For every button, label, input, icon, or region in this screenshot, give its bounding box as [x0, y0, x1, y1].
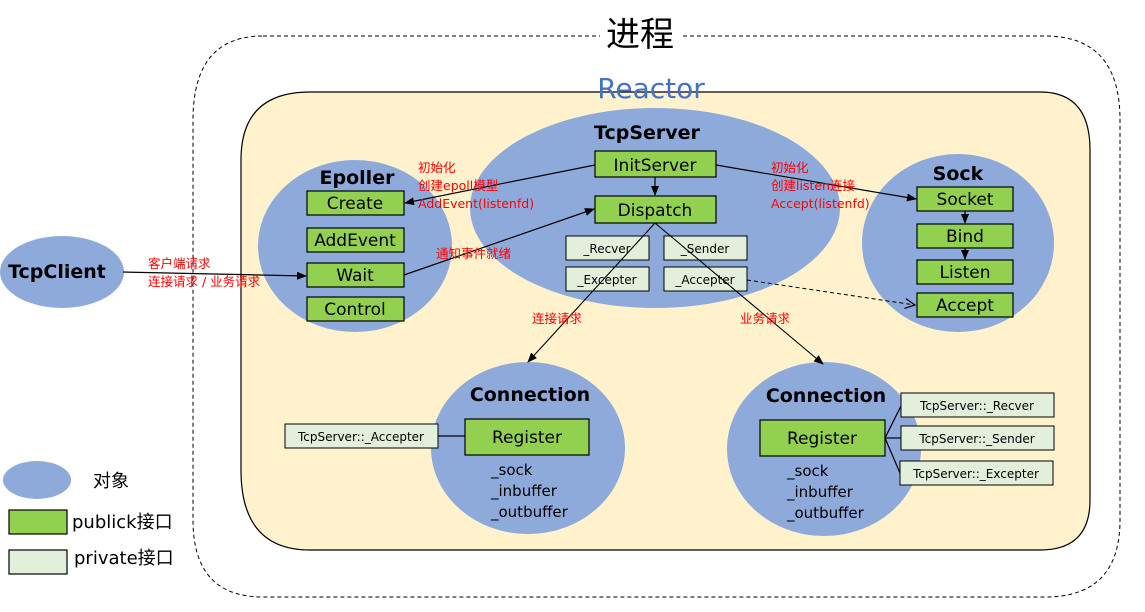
method-label: Register: [492, 428, 562, 448]
epoller-method-wait[interactable]: Wait: [306, 262, 405, 288]
tcpserver-private-sender[interactable]: _Sender: [663, 235, 748, 261]
business-annotation: 业务请求: [740, 311, 791, 326]
method-label: Wait: [336, 266, 374, 286]
method-label: AddEvent: [314, 231, 396, 251]
annotation-line: 创建listen连接: [771, 178, 855, 193]
member-sock: _sock: [786, 462, 829, 481]
tcpserver-method-dispatch[interactable]: Dispatch: [594, 195, 717, 224]
legend-public-swatch: [8, 509, 68, 535]
method-label: _Recver: [582, 242, 630, 256]
sock-method-bind[interactable]: Bind: [916, 223, 1014, 249]
annotation-line: 连接请求 / 业务请求: [148, 274, 261, 289]
method-label: TcpServer::_Accepter: [297, 430, 424, 444]
method-label: _Sender: [680, 242, 730, 256]
reactor-title: Reactor: [597, 72, 705, 105]
method-label: TcpServer::_Recver: [919, 399, 1034, 413]
sock-method-listen[interactable]: Listen: [916, 259, 1014, 285]
annotation-line: 初始化: [771, 160, 809, 175]
annotation-line: 创建epoll模型: [418, 178, 498, 193]
epoller-method-addevent[interactable]: AddEvent: [306, 227, 405, 253]
method-label: Control: [324, 300, 385, 320]
epoller-title: Epoller: [320, 167, 396, 189]
method-label: Bind: [946, 227, 984, 247]
method-label: Socket: [937, 190, 994, 210]
tcpserver-private-accepter[interactable]: _Accepter: [663, 266, 748, 292]
member-outbuffer: _outbuffer: [490, 503, 569, 522]
legend-private-label: private接口: [74, 548, 174, 569]
reactor-diagram: 进程 Reactor TcpClient Epoller TcpServer S…: [0, 15, 1121, 598]
sock-title: Sock: [933, 163, 984, 185]
connection-right-register[interactable]: Register: [759, 419, 886, 457]
tcpclient-title: TcpClient: [8, 261, 106, 283]
epoller-method-control[interactable]: Control: [306, 296, 405, 322]
member-sock: _sock: [490, 461, 533, 480]
sock-method-accept[interactable]: Accept: [916, 292, 1014, 318]
method-label: _Accepter: [674, 273, 734, 287]
method-label: InitServer: [614, 156, 697, 176]
notify-annotation: 通知事件就绪: [436, 246, 511, 261]
tcpserver-private-recver[interactable]: _Recver: [565, 235, 650, 261]
tcpserver-method-initserver[interactable]: InitServer: [594, 150, 717, 178]
sock-method-socket[interactable]: Socket: [916, 186, 1014, 212]
connect-annotation: 连接请求: [532, 311, 583, 326]
tcpserver-title: TcpServer: [594, 122, 701, 144]
connection-right-linked-recver[interactable]: TcpServer::_Recver: [900, 392, 1055, 418]
method-label: Accept: [936, 296, 994, 316]
legend-private-swatch: [8, 549, 68, 575]
method-label: TcpServer::_Excepter: [912, 467, 1039, 481]
tcpserver-private-excepter[interactable]: _Excepter: [565, 266, 650, 292]
connection-right-linked-sender[interactable]: TcpServer::_Sender: [900, 425, 1055, 451]
method-label: Create: [327, 194, 384, 214]
method-label: Dispatch: [618, 201, 693, 221]
legend-object-swatch: [3, 461, 71, 499]
annotation-line: 客户端请求: [148, 256, 211, 271]
method-label: Listen: [940, 263, 991, 283]
connection-right-linked-excepter[interactable]: TcpServer::_Excepter: [899, 460, 1054, 486]
connection-left-register[interactable]: Register: [464, 418, 590, 456]
member-outbuffer: _outbuffer: [786, 504, 865, 523]
annotation-line: AddEvent(listenfd): [418, 196, 534, 211]
legend: 对象 publick接口 private接口: [3, 461, 174, 575]
process-title: 进程: [606, 15, 674, 55]
member-inbuffer: _inbuffer: [786, 483, 854, 502]
connection-left-linked-accepter[interactable]: TcpServer::_Accepter: [284, 423, 439, 449]
legend-public-label: publick接口: [72, 512, 173, 533]
epoller-method-create[interactable]: Create: [306, 190, 405, 216]
method-label: Register: [787, 429, 857, 449]
connection-left-title: Connection: [470, 384, 590, 406]
method-label: TcpServer::_Sender: [918, 432, 1034, 446]
connection-right-title: Connection: [766, 385, 886, 407]
annotation-line: Accept(listenfd): [771, 196, 870, 211]
method-label: _Excepter: [576, 273, 636, 287]
legend-object-label: 对象: [93, 471, 129, 492]
annotation-line: 初始化: [418, 160, 456, 175]
member-inbuffer: _inbuffer: [490, 482, 558, 501]
